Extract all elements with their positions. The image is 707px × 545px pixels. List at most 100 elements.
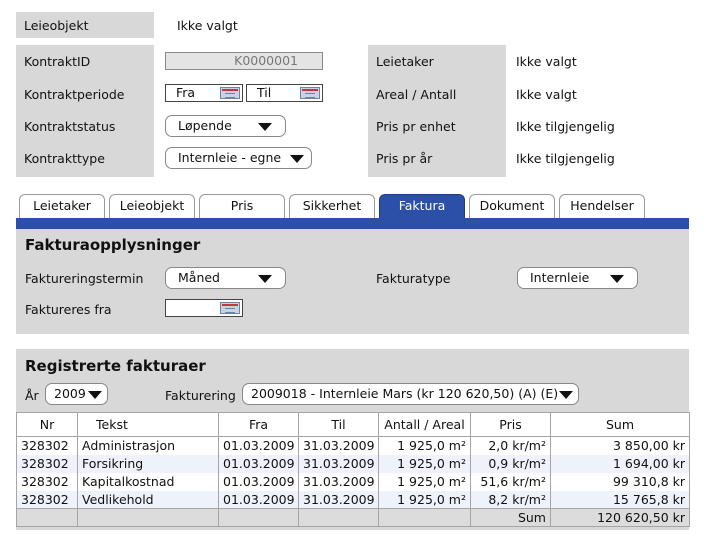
- fakturatype-select[interactable]: Internleie: [517, 267, 638, 289]
- tab-leietaker[interactable]: Leietaker: [19, 194, 105, 219]
- til-label: Til: [257, 85, 272, 100]
- fakturering-value: 2009018 - Internleie Mars (kr 120 620,50…: [251, 386, 559, 401]
- cell-nr: 328302: [16, 454, 78, 473]
- sum-total: 120 620,50 kr: [550, 508, 690, 527]
- table-row[interactable]: 328302 Kapitalkostnad 01.03.2009 31.03.2…: [16, 472, 690, 491]
- chevron-down-icon: [610, 275, 624, 283]
- tab-dokument[interactable]: Dokument: [469, 194, 555, 219]
- cell-til: 31.03.2009: [298, 454, 379, 473]
- areal-label: Areal / Antall: [376, 87, 457, 102]
- aar-label: År: [25, 388, 39, 403]
- cell-til: 31.03.2009: [298, 436, 379, 455]
- leietaker-label: Leietaker: [376, 54, 434, 69]
- tab-sikkerhet[interactable]: Sikkerhet: [289, 194, 375, 219]
- faktureringstermin-label: Faktureringstermin: [25, 271, 144, 286]
- fakturatype-label: Fakturatype: [376, 271, 451, 286]
- cell-sum: 99 310,8 kr: [550, 472, 690, 491]
- footer-cell-empty: [378, 508, 471, 527]
- chevron-down-icon: [290, 155, 304, 163]
- footer-cell-empty: [298, 508, 379, 527]
- pris-enhet-value: Ikke tilgjengelig: [516, 119, 615, 134]
- cell-sum: 1 694,00 kr: [550, 454, 690, 473]
- pris-aar-value: Ikke tilgjengelig: [516, 151, 615, 166]
- chevron-down-icon: [258, 123, 272, 131]
- cell-til: 31.03.2009: [298, 490, 379, 509]
- kontrakttype-value: Internleie - egne: [178, 150, 282, 165]
- cell-fra: 01.03.2009: [218, 490, 299, 509]
- invoice-table: Nr Tekst Fra Til Antall / Areal Pris Sum…: [16, 412, 690, 527]
- cell-pris: 0,9 kr/m²: [470, 454, 551, 473]
- cell-antall-areal: 1 925,0 m²: [378, 490, 471, 509]
- column-header-tekst[interactable]: Tekst: [77, 412, 219, 437]
- kontraktid-label: KontraktID: [24, 54, 91, 69]
- cell-sum: 3 850,00 kr: [550, 436, 690, 455]
- fakturering-label: Fakturering: [165, 388, 236, 403]
- column-header-pris[interactable]: Pris: [470, 412, 551, 437]
- kontraktstatus-label: Kontraktstatus: [24, 119, 116, 134]
- leieobjekt-label: Leieobjekt: [24, 18, 89, 33]
- column-header-sum[interactable]: Sum: [550, 412, 690, 437]
- kontraktperiode-fra-date[interactable]: Fra: [165, 84, 243, 102]
- tab-bar: [16, 218, 689, 229]
- cell-fra: 01.03.2009: [218, 436, 299, 455]
- footer-cell-empty: [218, 508, 299, 527]
- cell-til: 31.03.2009: [298, 472, 379, 491]
- cell-antall-areal: 1 925,0 m²: [378, 472, 471, 491]
- cell-tekst: Administrasjon: [77, 436, 219, 455]
- column-header-nr[interactable]: Nr: [16, 412, 78, 437]
- fra-label: Fra: [176, 85, 196, 100]
- chevron-down-icon: [88, 391, 102, 399]
- table-header-row: Nr Tekst Fra Til Antall / Areal Pris Sum: [16, 412, 690, 437]
- cell-antall-areal: 1 925,0 m²: [378, 436, 471, 455]
- chevron-down-icon: [559, 391, 573, 399]
- cell-antall-areal: 1 925,0 m²: [378, 454, 471, 473]
- column-header-fra[interactable]: Fra: [218, 412, 299, 437]
- kontrakttype-label: Kontrakttype: [24, 151, 105, 166]
- sum-label: Sum: [470, 508, 551, 527]
- kontraktstatus-select[interactable]: Løpende: [165, 115, 286, 137]
- kontraktid-field[interactable]: K0000001: [165, 52, 323, 70]
- kontraktperiode-label: Kontraktperiode: [24, 87, 125, 102]
- tab-faktura[interactable]: Faktura: [379, 194, 465, 219]
- faktureres-fra-label: Faktureres fra: [25, 302, 112, 317]
- cell-tekst: Forsikring: [77, 454, 219, 473]
- registrerte-fakturaer-title: Registrerte fakturaer: [25, 357, 206, 375]
- footer-cell-empty: [77, 508, 219, 527]
- faktureringstermin-select[interactable]: Måned: [165, 267, 286, 289]
- cell-pris: 51,6 kr/m²: [470, 472, 551, 491]
- cell-nr: 328302: [16, 436, 78, 455]
- column-header-til[interactable]: Til: [298, 412, 379, 437]
- kontraktperiode-til-date[interactable]: Til: [246, 84, 323, 102]
- column-header-antall-areal[interactable]: Antall / Areal: [378, 412, 471, 437]
- table-footer-row: Sum 120 620,50 kr: [16, 508, 690, 527]
- faktureringstermin-value: Måned: [178, 270, 220, 285]
- tab-leieobjekt[interactable]: Leieobjekt: [109, 194, 195, 219]
- cell-sum: 15 765,8 kr: [550, 490, 690, 509]
- table-row[interactable]: 328302 Administrasjon 01.03.2009 31.03.2…: [16, 436, 690, 455]
- footer-cell-empty: [16, 508, 78, 527]
- cell-fra: 01.03.2009: [218, 454, 299, 473]
- cell-tekst: Kapitalkostnad: [77, 472, 219, 491]
- faktureres-fra-date[interactable]: [165, 299, 243, 317]
- tab-pris[interactable]: Pris: [199, 194, 285, 219]
- pris-enhet-label: Pris pr enhet: [376, 119, 456, 134]
- pris-aar-label: Pris pr år: [376, 151, 433, 166]
- areal-value: Ikke valgt: [516, 87, 577, 102]
- cell-pris: 2,0 kr/m²: [470, 436, 551, 455]
- tab-hendelser[interactable]: Hendelser: [559, 194, 645, 219]
- table-row[interactable]: 328302 Forsikring 01.03.2009 31.03.2009 …: [16, 454, 690, 473]
- cell-tekst: Vedlikehold: [77, 490, 219, 509]
- calendar-icon[interactable]: [220, 302, 240, 314]
- calendar-icon[interactable]: [220, 87, 240, 99]
- fakturaopplysninger-title: Fakturaopplysninger: [25, 236, 201, 254]
- kontraktstatus-value: Løpende: [178, 118, 232, 133]
- calendar-icon[interactable]: [300, 87, 320, 99]
- table-row[interactable]: 328302 Vedlikehold 01.03.2009 31.03.2009…: [16, 490, 690, 509]
- cell-nr: 328302: [16, 472, 78, 491]
- fakturering-select[interactable]: 2009018 - Internleie Mars (kr 120 620,50…: [242, 383, 579, 405]
- cell-nr: 328302: [16, 490, 78, 509]
- fakturatype-value: Internleie: [530, 270, 590, 285]
- aar-value: 2009: [54, 386, 86, 401]
- aar-select[interactable]: 2009: [45, 383, 108, 405]
- kontrakttype-select[interactable]: Internleie - egne: [165, 147, 312, 169]
